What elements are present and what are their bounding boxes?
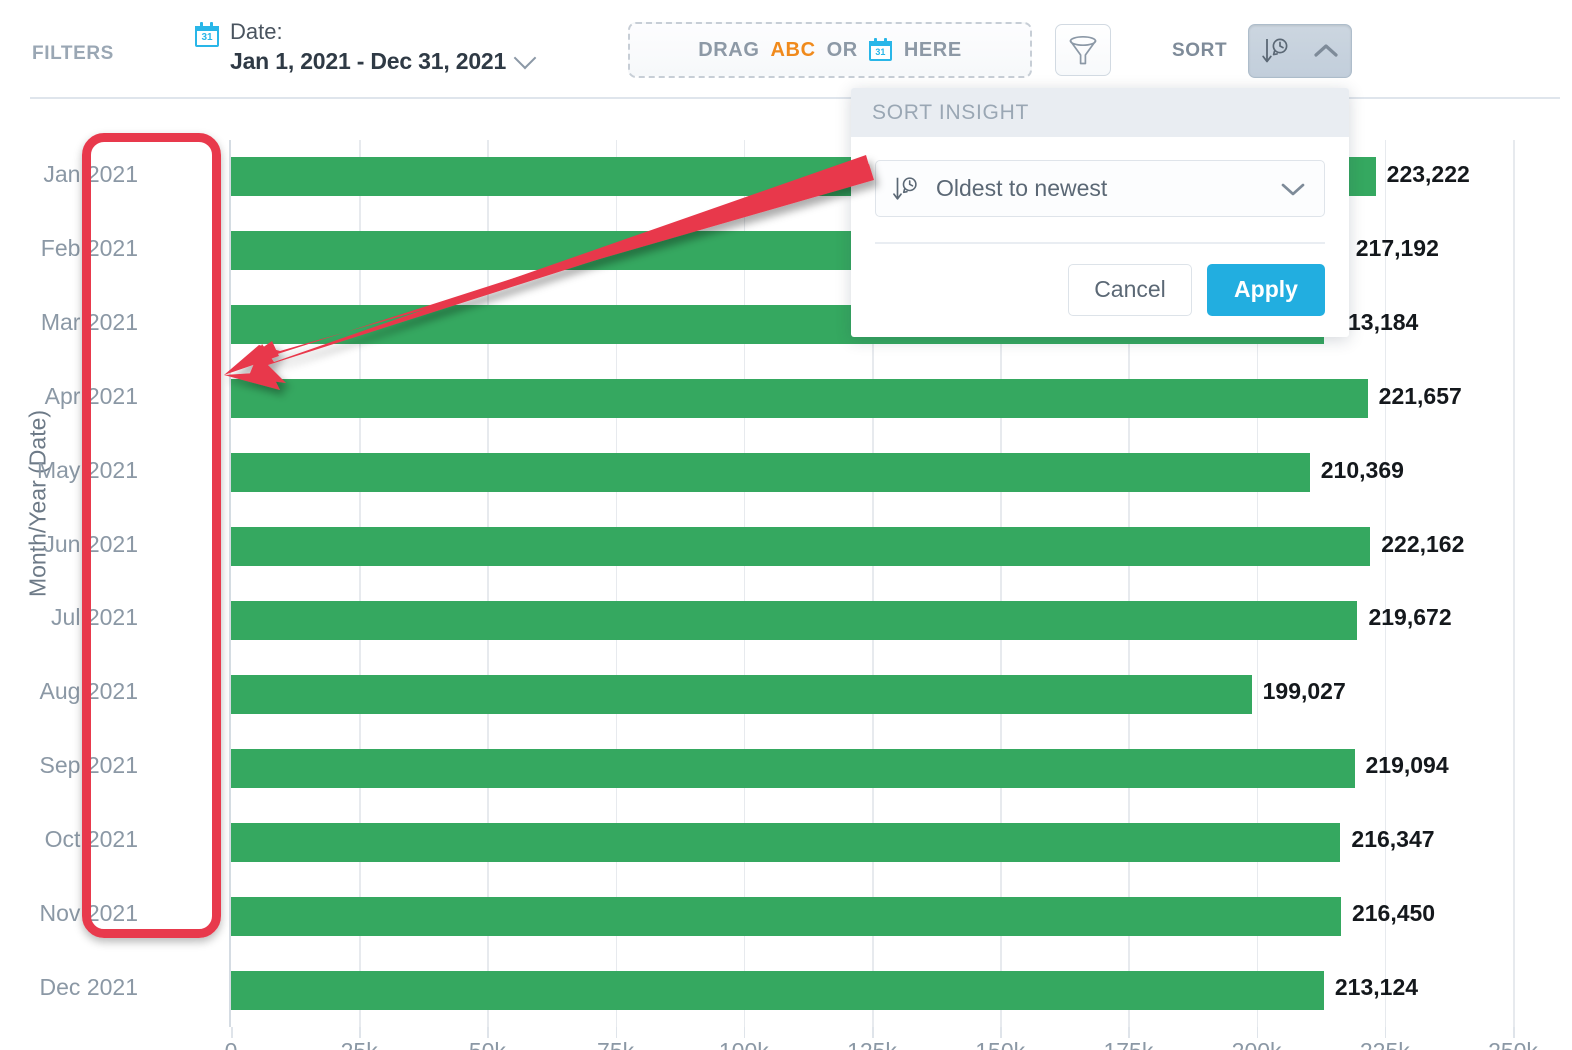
gridline xyxy=(1385,140,1387,1027)
x-axis-tick xyxy=(1000,1027,1002,1038)
bar[interactable] xyxy=(231,971,1324,1010)
x-axis-tick xyxy=(1257,1027,1259,1038)
x-axis-tick-label: 200k xyxy=(1232,1038,1282,1050)
x-axis-tick-label: 175k xyxy=(1103,1038,1153,1050)
y-axis-category-label: Dec 2021 xyxy=(0,974,138,1001)
filter-button[interactable] xyxy=(1055,24,1111,76)
dropzone-here-label: HERE xyxy=(904,39,962,62)
popup-actions: Cancel Apply xyxy=(875,244,1325,316)
chevron-up-icon xyxy=(1311,40,1341,62)
y-axis-category-label: Mar 2021 xyxy=(0,309,138,336)
calendar-icon-day: 31 xyxy=(194,32,220,43)
dropzone-abc-label: ABC xyxy=(770,39,815,62)
x-axis-tick xyxy=(359,1027,361,1038)
calendar-icon: 31 xyxy=(194,22,220,48)
x-axis-tick xyxy=(872,1027,874,1038)
x-axis-tick-label: 75k xyxy=(597,1038,634,1050)
bar-value-label: 216,347 xyxy=(1351,826,1434,853)
bar-value-label: 210,369 xyxy=(1321,457,1404,484)
bar-value-label: 223,222 xyxy=(1387,161,1470,188)
bar-value-label: 222,162 xyxy=(1381,531,1464,558)
calendar-icon: 31 xyxy=(869,38,893,62)
dropzone-or-label: OR xyxy=(827,39,858,62)
bar[interactable] xyxy=(231,897,1341,936)
bar-value-label: 199,027 xyxy=(1263,678,1346,705)
x-axis-tick-label: 250k xyxy=(1488,1038,1538,1050)
x-axis-tick xyxy=(744,1027,746,1038)
cancel-button[interactable]: Cancel xyxy=(1068,264,1192,316)
gridline xyxy=(616,140,618,1027)
x-axis-tick-label: 225k xyxy=(1360,1038,1410,1050)
x-axis-tick xyxy=(1385,1027,1387,1038)
bar[interactable] xyxy=(231,749,1355,788)
y-axis-category-label: Oct 2021 xyxy=(0,826,138,853)
sort-insight-body: Oldest to newest Cancel Apply xyxy=(851,137,1349,316)
y-axis-category-label: Sep 2021 xyxy=(0,752,138,779)
date-filter-caption: Date: xyxy=(230,18,533,46)
sort-by-time-descending-icon xyxy=(1259,35,1291,67)
x-axis-tick-label: 0 xyxy=(225,1038,238,1050)
apply-button[interactable]: Apply xyxy=(1207,264,1325,316)
y-axis-category-label: Apr 2021 xyxy=(0,383,138,410)
x-axis-tick xyxy=(1513,1027,1515,1038)
x-axis-tick-label: 50k xyxy=(469,1038,506,1050)
x-axis-tick xyxy=(487,1027,489,1038)
bar-value-label: 217,192 xyxy=(1356,235,1439,262)
chevron-down-icon[interactable] xyxy=(1278,179,1308,199)
y-axis-category-label: Feb 2021 xyxy=(0,235,138,262)
sort-label: SORT xyxy=(1172,40,1227,62)
bar-value-label: 219,094 xyxy=(1366,752,1449,779)
x-axis-tick xyxy=(231,1027,233,1038)
app-root: FILTERS 31 Date: Jan 1, 2021 - Dec 31, 2… xyxy=(0,0,1572,1050)
sort-insight-popup: SORT INSIGHT Oldest to newest Cancel xyxy=(851,88,1349,337)
x-axis-tick xyxy=(616,1027,618,1038)
x-axis-tick-label: 100k xyxy=(719,1038,769,1050)
bar[interactable] xyxy=(231,675,1252,714)
y-axis-line xyxy=(229,140,231,1027)
filters-label: FILTERS xyxy=(32,43,114,65)
dropzone-drag-label: DRAG xyxy=(698,39,759,62)
gridline xyxy=(1513,140,1515,1027)
calendar-icon-day: 31 xyxy=(869,47,892,57)
chevron-down-icon[interactable] xyxy=(514,46,537,69)
bar-value-label: 219,672 xyxy=(1368,604,1451,631)
gridline xyxy=(487,140,489,1027)
drag-field-dropzone[interactable]: DRAG ABC OR 31 HERE xyxy=(628,22,1032,78)
y-axis-category-label: May 2021 xyxy=(0,457,138,484)
bar[interactable] xyxy=(231,527,1370,566)
bar[interactable] xyxy=(231,453,1310,492)
sort-button[interactable] xyxy=(1248,24,1352,78)
y-axis-category-label: Nov 2021 xyxy=(0,900,138,927)
filters-toolbar: FILTERS 31 Date: Jan 1, 2021 - Dec 31, 2… xyxy=(0,0,1572,96)
y-axis-category-label: Jun 2021 xyxy=(0,531,138,558)
sort-by-time-icon xyxy=(890,174,920,204)
y-axis-category-label: Aug 2021 xyxy=(0,678,138,705)
gridline xyxy=(744,140,746,1027)
x-axis-tick xyxy=(1128,1027,1130,1038)
bar[interactable] xyxy=(231,379,1368,418)
gridline xyxy=(359,140,361,1027)
x-axis-tick-label: 125k xyxy=(847,1038,897,1050)
date-filter-chip[interactable]: 31 Date: Jan 1, 2021 - Dec 31, 2021 xyxy=(194,18,533,75)
bar-value-label: 216,450 xyxy=(1352,900,1435,927)
y-axis-category-label: Jul 2021 xyxy=(0,604,138,631)
bar-value-label: 221,657 xyxy=(1379,383,1462,410)
x-axis-tick-label: 25k xyxy=(341,1038,378,1050)
bar[interactable] xyxy=(231,823,1340,862)
bar[interactable] xyxy=(231,601,1357,640)
sort-order-value: Oldest to newest xyxy=(936,175,1278,202)
sort-insight-header: SORT INSIGHT xyxy=(851,88,1349,137)
date-filter-value: Jan 1, 2021 - Dec 31, 2021 xyxy=(230,48,506,75)
y-axis-title: Month/Year (Date) xyxy=(25,394,52,614)
bar-value-label: 213,124 xyxy=(1335,974,1418,1001)
funnel-icon xyxy=(1068,34,1098,66)
y-axis-category-label: Jan 2021 xyxy=(0,161,138,188)
x-axis-tick-label: 150k xyxy=(975,1038,1025,1050)
sort-order-select[interactable]: Oldest to newest xyxy=(875,160,1325,217)
sort-insight-title: SORT INSIGHT xyxy=(872,101,1029,125)
